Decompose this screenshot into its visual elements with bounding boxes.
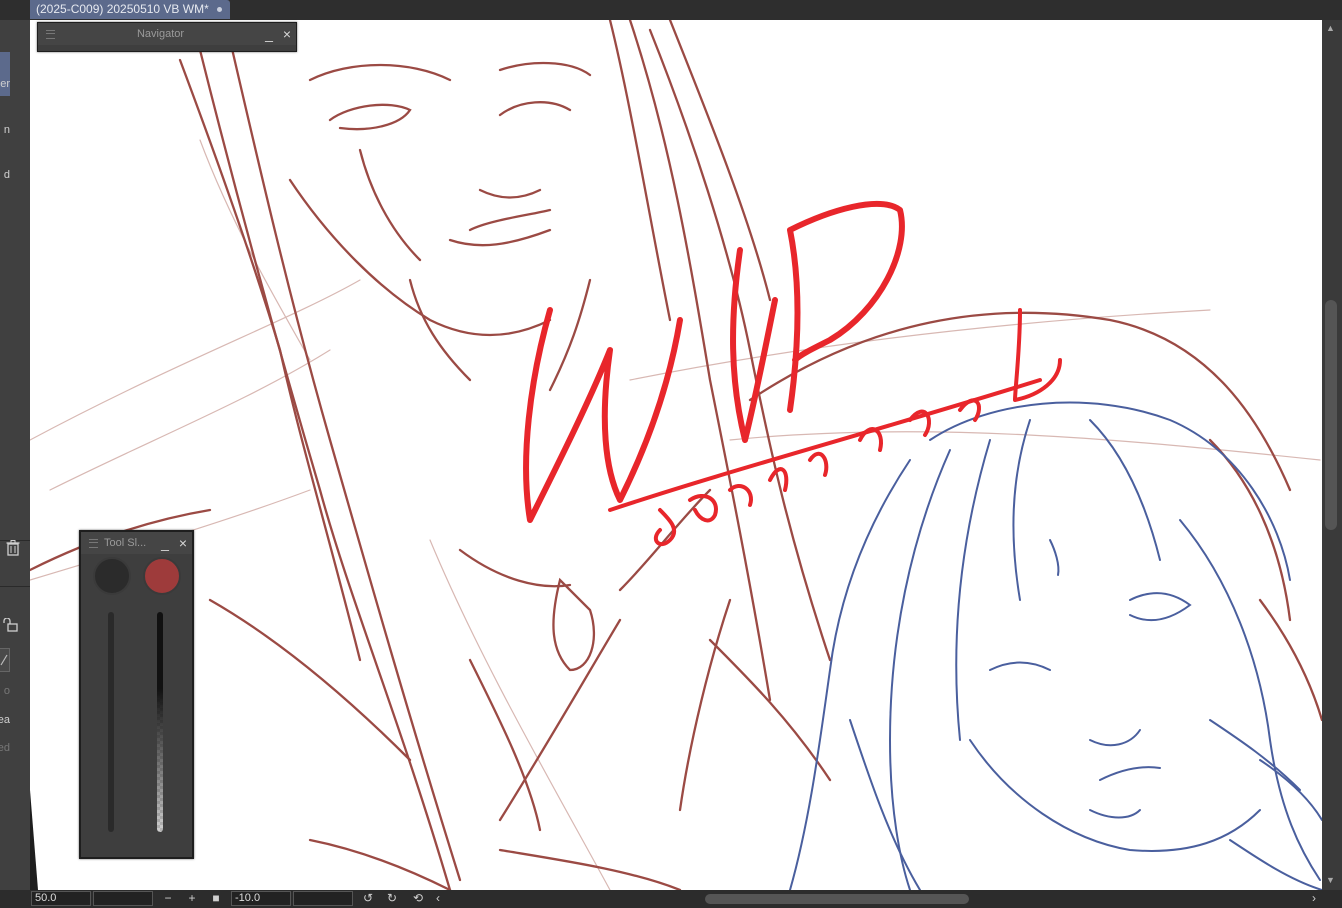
tool-slider-panel[interactable]: Tool Sl... _ × xyxy=(79,530,194,859)
size-slider-track[interactable] xyxy=(108,612,114,832)
navigator-header[interactable]: Navigator _ × xyxy=(38,23,296,45)
vertical-scroll-thumb[interactable] xyxy=(1325,300,1337,530)
navigator-title: Navigator xyxy=(136,28,185,40)
left-panel-label-6: ed xyxy=(0,742,10,754)
rotate-right-icon[interactable]: ↻ xyxy=(384,891,400,906)
drawing-canvas[interactable] xyxy=(30,20,1322,890)
opacity-slider-track[interactable] xyxy=(157,612,163,832)
left-panel-label-3: d xyxy=(3,169,10,181)
document-tab-bar: (2025-C009) 20250510 VB WM* xyxy=(0,0,1342,20)
sub-color-swatch[interactable] xyxy=(143,557,181,595)
status-bar: 50.0 − + ■ -10.0 ↺ ↻ ⟲ ‹ › xyxy=(0,890,1342,908)
document-tab-title: (2025-C009) 20250510 VB WM* xyxy=(36,2,209,16)
left-panel-strip: er n d o ea ed xyxy=(0,20,30,890)
sketch-artwork xyxy=(30,20,1322,890)
navigator-minimize-button[interactable]: _ xyxy=(260,27,278,41)
tool-slider-close-button[interactable]: × xyxy=(174,536,192,550)
navigator-panel[interactable]: Navigator _ × xyxy=(37,22,297,52)
left-panel-divider-2 xyxy=(0,586,30,587)
zoom-out-button[interactable]: − xyxy=(160,891,176,906)
scroll-up-icon[interactable]: ▲ xyxy=(1326,23,1335,33)
unsaved-dot-icon xyxy=(216,7,222,12)
guide-lines xyxy=(30,139,1321,890)
tool-slider-minimize-button[interactable]: _ xyxy=(156,536,174,550)
trash-icon[interactable] xyxy=(6,540,20,559)
rotate-left-icon[interactable]: ↺ xyxy=(360,891,376,906)
left-panel-label-5: ea xyxy=(0,714,10,726)
pen-tool-icon[interactable] xyxy=(0,648,10,672)
tool-slider-title: Tool Sl... xyxy=(104,537,147,549)
panel-grip-icon[interactable] xyxy=(46,29,55,39)
left-panel-label-4: o xyxy=(3,685,10,697)
scroll-down-icon[interactable]: ▼ xyxy=(1326,875,1335,885)
rotation-angle-field[interactable]: -10.0 xyxy=(231,891,291,906)
tool-slider-header[interactable]: Tool Sl... _ × xyxy=(81,532,192,554)
left-panel-label-2: n xyxy=(3,124,10,136)
fit-square-icon[interactable]: ■ xyxy=(208,891,224,906)
left-panel-label-1: er xyxy=(0,78,10,90)
vertical-scrollbar[interactable]: ▲ ▼ xyxy=(1322,20,1342,890)
scroll-left-icon[interactable]: ‹ xyxy=(430,891,446,906)
rotation-slider[interactable] xyxy=(293,891,353,906)
zoom-slider[interactable] xyxy=(93,891,153,906)
reset-rotation-icon[interactable]: ⟲ xyxy=(410,891,426,906)
main-color-swatch[interactable] xyxy=(93,557,131,595)
woman-sketch xyxy=(789,401,1322,890)
navigator-close-button[interactable]: × xyxy=(278,27,296,41)
canvas-edge xyxy=(30,790,38,890)
wip-watermark xyxy=(523,200,1062,547)
horizontal-scrollbar[interactable] xyxy=(447,893,1305,905)
scroll-right-icon[interactable]: › xyxy=(1306,891,1322,906)
man-sketch xyxy=(30,20,1322,890)
zoom-in-button[interactable]: + xyxy=(184,891,200,906)
panel-grip-icon[interactable] xyxy=(89,538,98,548)
horizontal-scroll-thumb[interactable] xyxy=(705,894,969,904)
document-tab[interactable]: (2025-C009) 20250510 VB WM* xyxy=(30,0,230,19)
lock-icon[interactable] xyxy=(2,617,18,635)
zoom-level-field[interactable]: 50.0 xyxy=(31,891,91,906)
